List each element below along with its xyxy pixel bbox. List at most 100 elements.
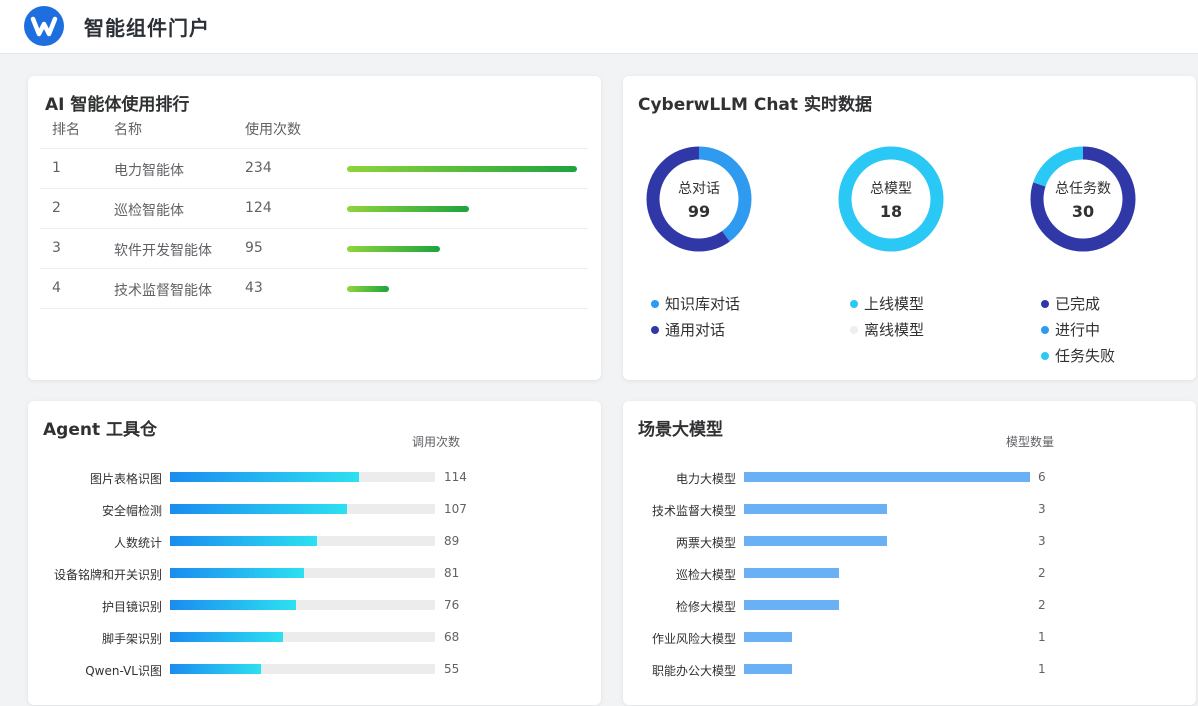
legend-item[interactable]: 离线模型: [850, 320, 924, 340]
legend-label: 上线模型: [864, 295, 925, 313]
donut-label: 总模型: [870, 181, 912, 197]
bar-value-label: 2: [1038, 598, 1046, 612]
bar-category-label: 脚手架识别: [101, 632, 162, 646]
legend-dot-icon: [1041, 299, 1049, 308]
donut-segment: [838, 146, 944, 252]
legend-label: 已完成: [1055, 295, 1101, 313]
count-cell: 124: [245, 200, 272, 216]
bar-value-label: 1: [1038, 662, 1046, 676]
usage-bar: [347, 166, 577, 172]
bar[interactable]: [744, 472, 1030, 482]
legend-item[interactable]: 上线模型: [850, 294, 924, 314]
cyberwllm-realtime-card: CyberwLLM Chat 实时数据 总对话 99 总模型 18 总任务数 30 知识库…: [623, 76, 1196, 380]
bar-value-label: 2: [1038, 566, 1046, 580]
app-header: 智能组件门户: [0, 0, 1198, 54]
table-divider: [40, 308, 588, 310]
legend-label: 离线模型: [864, 321, 925, 339]
table-row[interactable]: 1 电力智能体 234: [40, 148, 588, 189]
bar-category-label: 安全帽检测: [101, 504, 162, 518]
column-header-count: 使用次数: [245, 122, 301, 138]
count-cell: 95: [245, 240, 263, 256]
bar-category-label: 两票大模型: [675, 536, 736, 550]
bar[interactable]: [170, 536, 317, 546]
legend-dot-icon: [1041, 325, 1049, 334]
bar-value-label: 3: [1038, 534, 1046, 548]
bar-track: [170, 600, 435, 610]
bar[interactable]: [170, 568, 304, 578]
legend-item[interactable]: 知识库对话: [651, 294, 740, 314]
x-axis-label: 调用次数: [412, 435, 461, 449]
usage-bar: [347, 246, 440, 252]
count-cell: 234: [245, 160, 272, 176]
agent-tools-card: Agent 工具仓 调用次数 图片表格识图 114 安全帽检测 107 人数统计 89 设备…: [28, 401, 601, 705]
donut-label: 总对话: [678, 181, 720, 197]
bar-track: [170, 536, 435, 546]
bar-value-label: 81: [444, 566, 460, 580]
bar-value-label: 55: [444, 662, 460, 676]
bar-category-label: 电力大模型: [675, 472, 736, 486]
bar-value-label: 89: [444, 534, 460, 548]
name-cell: 电力智能体: [114, 163, 184, 179]
legend-dot-icon: [1041, 351, 1049, 360]
bar[interactable]: [170, 472, 359, 482]
name-cell: 软件开发智能体: [114, 243, 212, 259]
bar-category-label: 巡检大模型: [675, 568, 736, 582]
bar-category-label: 作业风险大模型: [651, 632, 736, 646]
bar-category-label: 职能办公大模型: [651, 664, 736, 678]
bar[interactable]: [170, 600, 296, 610]
legend-dot-icon: [850, 325, 858, 334]
donut-value: 30: [1071, 202, 1095, 221]
legend-item[interactable]: 已完成: [1041, 294, 1100, 314]
bar-value-label: 76: [444, 598, 460, 612]
bar-value-label: 114: [444, 470, 467, 484]
x-axis-label: 模型数量: [1006, 435, 1055, 449]
bar-value-label: 68: [444, 630, 460, 644]
bar-track: [170, 664, 435, 674]
bar[interactable]: [744, 504, 887, 514]
bar[interactable]: [744, 632, 792, 642]
donut-value: 99: [687, 202, 711, 221]
usage-bar: [347, 286, 389, 292]
legend-dot-icon: [651, 299, 659, 308]
legend-item[interactable]: 任务失败: [1041, 346, 1115, 366]
app-logo-icon[interactable]: [24, 6, 64, 46]
legend-item[interactable]: 通用对话: [651, 320, 725, 340]
bar-value-label: 3: [1038, 502, 1046, 516]
legend-item[interactable]: 进行中: [1041, 320, 1100, 340]
bar-track: [170, 632, 435, 642]
bar-category-label: 技术监督大模型: [651, 504, 736, 518]
donut-chart[interactable]: 总任务数 30: [1028, 144, 1138, 254]
bar-value-label: 6: [1038, 470, 1046, 484]
bar[interactable]: [170, 664, 261, 674]
bar[interactable]: [744, 664, 792, 674]
legend-label: 知识库对话: [665, 295, 741, 313]
bar[interactable]: [744, 600, 839, 610]
rank-cell: 4: [52, 280, 61, 296]
agent-usage-ranking-card: AI 智能体使用排行 排名 名称 使用次数 1 电力智能体 234 2 巡检智能体 124…: [28, 76, 601, 380]
donut-value: 18: [879, 202, 903, 221]
table-row[interactable]: 2 巡检智能体 124: [40, 188, 588, 229]
bar[interactable]: [170, 632, 283, 642]
donut-label: 总任务数: [1055, 181, 1111, 197]
bar-category-label: 人数统计: [113, 536, 162, 550]
bar-track: [170, 568, 435, 578]
bar-category-label: 设备铭牌和开关识别: [53, 568, 162, 582]
bar[interactable]: [170, 504, 347, 514]
donut-chart[interactable]: 总模型 18: [836, 144, 946, 254]
column-header-rank: 排名: [52, 122, 80, 138]
bar-category-label: 护目镜识别: [101, 600, 162, 614]
legend-dot-icon: [651, 325, 659, 334]
rank-cell: 2: [52, 200, 61, 216]
table-row[interactable]: 3 软件开发智能体 95: [40, 228, 588, 269]
app-title: 智能组件门户: [84, 16, 210, 40]
bar[interactable]: [744, 568, 839, 578]
usage-bar: [347, 206, 469, 212]
bar[interactable]: [744, 536, 887, 546]
rank-cell: 3: [52, 240, 61, 256]
table-row[interactable]: 4 技术监督智能体 43: [40, 268, 588, 309]
bar-category-label: Qwen-VL识图: [85, 664, 162, 678]
donut-chart[interactable]: 总对话 99: [644, 144, 754, 254]
bar-category-label: 图片表格识图: [89, 472, 162, 486]
bar-value-label: 107: [444, 502, 467, 516]
bar-category-label: 检修大模型: [675, 600, 736, 614]
